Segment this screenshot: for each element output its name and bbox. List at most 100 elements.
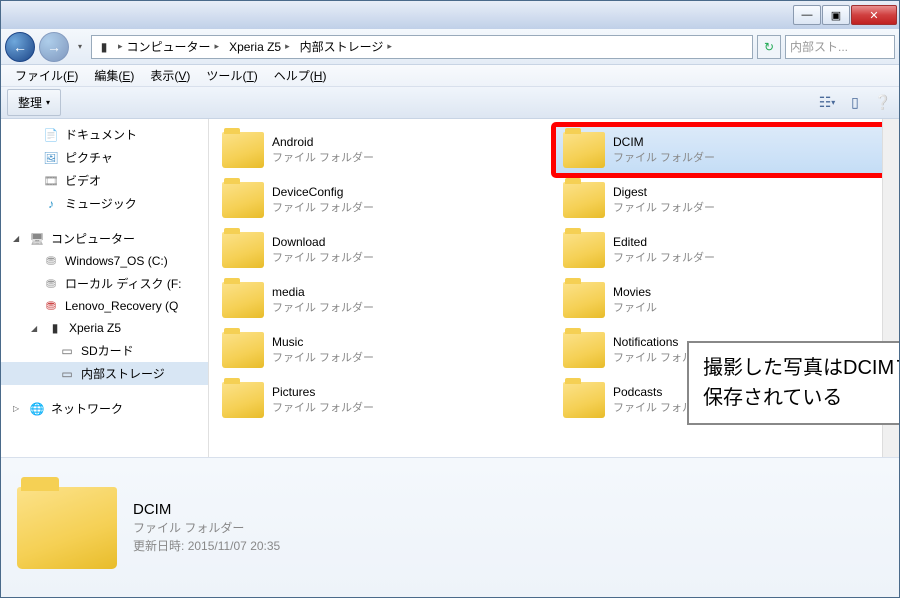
address-bar[interactable]: ▮ ▸コンピューター▸ Xperia Z5▸ 内部ストレージ▸ [91,35,753,59]
crumb-label: 内部ストレージ [300,38,384,55]
view-options-icon[interactable]: ☷ ▾ [817,93,837,113]
menu-bar: ファイル(F) 編集(E) 表示(V) ツール(T) ヘルプ(H) [1,65,899,87]
titlebar: — ▣ ✕ [1,1,899,29]
folder-dcim[interactable]: DCIMファイル フォルダー [554,125,895,175]
folder-icon [563,282,605,318]
folder-movies[interactable]: Moviesファイル [554,275,895,325]
tree-label: ビデオ [65,172,101,189]
menu-tools[interactable]: ツール(T) [198,65,265,86]
tree-item-pictures[interactable]: 🖼 ピクチャ [1,146,208,169]
menu-help[interactable]: ヘルプ(H) [266,65,335,86]
annotation-callout: 撮影した写真はDCIMフォルダーの中に保存されている [687,341,899,425]
expand-icon: ◢ [13,234,23,243]
tree-item-xperia[interactable]: ◢ ▮ Xperia Z5 [1,317,208,339]
tree-label: ローカル ディスク (F: [65,275,182,292]
forward-button[interactable]: → [39,32,69,62]
video-icon: 🎞 [43,173,59,189]
back-button[interactable]: ← [5,32,35,62]
chevron-down-icon: ▾ [46,98,50,107]
body: 📄ドキュメント 🖼 ピクチャ 🎞 ビデオ ♪ミュージック ◢ 🖥 コンピューター ⛃Wi… [1,119,899,457]
folder-edited[interactable]: Editedファイル フォルダー [554,225,895,275]
nav-bar: ← → ▾ ▮ ▸コンピューター▸ Xperia Z5▸ 内部ストレージ▸ ↻ … [1,29,899,65]
organize-button[interactable]: 整理 ▾ [7,89,61,116]
folder-icon [563,332,605,368]
folder-type: ファイル フォルダー [613,249,715,265]
folder-type: ファイル フォルダー [272,149,374,165]
nav-history-dropdown[interactable]: ▾ [73,37,87,57]
minimize-button[interactable]: — [793,5,821,25]
tree-item-drive-recovery[interactable]: ⛃ Lenovo_Recovery (Q [1,295,208,317]
close-button[interactable]: ✕ [851,5,897,25]
folder-name: Android [272,135,374,149]
folder-name: Music [272,335,374,349]
breadcrumb[interactable]: 内部ストレージ▸ [296,36,396,57]
search-input[interactable]: 内部スト... [785,35,895,59]
tree-item-documents[interactable]: 📄ドキュメント [1,123,208,146]
drive-icon: ⛃ [43,298,59,314]
folder-digest[interactable]: Digestファイル フォルダー [554,175,895,225]
location-icon: ▮ [96,39,112,55]
tree-label: SDカード [81,342,134,359]
details-name: DCIM [133,501,280,518]
folder-android[interactable]: Androidファイル フォルダー [213,125,554,175]
folder-name: DeviceConfig [272,185,374,199]
menu-file[interactable]: ファイル(F) [7,65,86,86]
folder-icon [222,132,264,168]
refresh-button[interactable]: ↻ [757,35,781,59]
music-icon: ♪ [43,196,59,212]
crumb-label: コンピューター [127,38,211,55]
folder-type: ファイル フォルダー [613,149,715,165]
tree-label: ネットワーク [51,400,123,417]
explorer-window: — ▣ ✕ ← → ▾ ▮ ▸コンピューター▸ Xperia Z5▸ 内部ストレ… [0,0,900,598]
phone-icon: ▮ [47,320,63,336]
computer-icon: 🖥 [29,231,45,247]
folder-music[interactable]: Musicファイル フォルダー [213,325,554,375]
folder-icon [563,232,605,268]
folder-icon-large [17,487,117,569]
tree-label: ピクチャ [65,149,113,166]
folder-pictures[interactable]: Picturesファイル フォルダー [213,375,554,425]
maximize-button[interactable]: ▣ [822,5,850,25]
tree-item-internal-storage[interactable]: ▭内部ストレージ [1,362,208,385]
tree-item-music[interactable]: ♪ミュージック [1,192,208,215]
content-pane: Androidファイル フォルダー DCIMファイル フォルダー DeviceC… [209,119,899,457]
folder-name: Edited [613,235,715,249]
crumb-label: Xperia Z5 [229,40,281,54]
menu-view[interactable]: 表示(V) [142,65,198,86]
toolbar: 整理 ▾ ☷ ▾ ▯ ❔ [1,87,899,119]
details-date: 更新日時: 2015/11/07 20:35 [133,537,280,554]
picture-icon: 🖼 [43,150,59,166]
help-icon[interactable]: ❔ [873,93,893,113]
tree-item-drive-c[interactable]: ⛃Windows7_OS (C:) [1,250,208,272]
breadcrumb[interactable]: ▸コンピューター▸ [114,36,223,57]
navigation-tree: 📄ドキュメント 🖼 ピクチャ 🎞 ビデオ ♪ミュージック ◢ 🖥 コンピューター ⛃Wi… [1,119,209,457]
breadcrumb[interactable]: Xperia Z5▸ [225,38,294,56]
drive-icon: ⛃ [43,276,59,292]
folder-download[interactable]: Downloadファイル フォルダー [213,225,554,275]
expand-icon: ◢ [31,324,41,333]
folder-name: Download [272,235,374,249]
folder-type: ファイル フォルダー [272,249,374,265]
folder-icon [563,132,605,168]
expand-icon: ▷ [13,404,23,413]
preview-pane-icon[interactable]: ▯ [845,93,865,113]
tree-label: 内部ストレージ [81,365,165,382]
folder-name: Movies [613,285,657,299]
folder-type: ファイル フォルダー [272,199,374,215]
folder-deviceconfig[interactable]: DeviceConfigファイル フォルダー [213,175,554,225]
folder-media[interactable]: mediaファイル フォルダー [213,275,554,325]
tree-label: Xperia Z5 [69,321,121,335]
menu-edit[interactable]: 編集(E) [86,65,142,86]
folder-name: Pictures [272,385,374,399]
tree-item-computer[interactable]: ◢ 🖥 コンピューター [1,227,208,250]
tree-label: Lenovo_Recovery (Q [65,299,178,313]
tree-label: コンピューター [51,230,135,247]
tree-item-videos[interactable]: 🎞 ビデオ [1,169,208,192]
document-icon: 📄 [43,127,59,143]
tree-item-sdcard[interactable]: ▭SDカード [1,339,208,362]
folder-icon [222,382,264,418]
folder-type: ファイル フォルダー [272,349,374,365]
tree-item-network[interactable]: ▷🌐ネットワーク [1,397,208,420]
folder-icon [222,332,264,368]
tree-item-drive-f[interactable]: ⛃ ローカル ディスク (F: [1,272,208,295]
